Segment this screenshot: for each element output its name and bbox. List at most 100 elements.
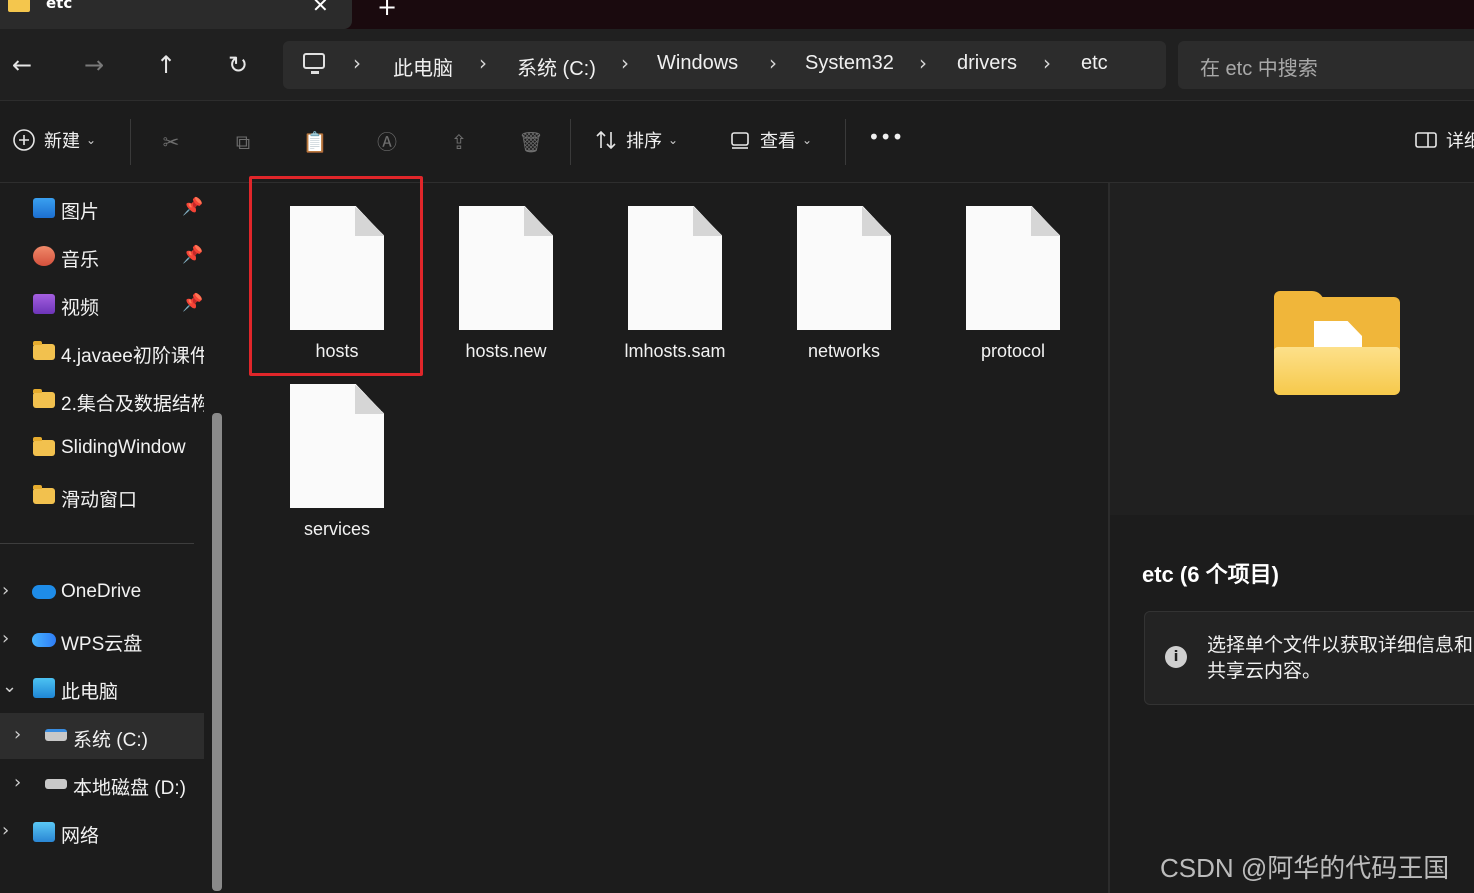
chevron-down-icon[interactable]: ⌄: [2, 676, 17, 697]
breadcrumb-system32[interactable]: System32: [805, 52, 894, 75]
file-item-networks[interactable]: networks: [740, 183, 910, 361]
preview-area: [1110, 183, 1474, 515]
file-fold: [1031, 206, 1060, 236]
chevron-down-icon: ⌄: [86, 133, 97, 147]
music-icon: [33, 246, 55, 266]
sidebar-item-label: OneDrive: [61, 581, 142, 602]
sidebar-item-network[interactable]: › 网络: [0, 809, 204, 855]
chevron-right-icon[interactable]: ›: [2, 628, 9, 649]
delete-icon[interactable]: 🗑: [518, 129, 544, 155]
sidebar-item-this-pc[interactable]: ⌄ 此电脑: [0, 665, 204, 711]
file-fold: [524, 206, 553, 236]
details-pane-button[interactable]: 详细: [1414, 127, 1474, 157]
chevron-right-icon[interactable]: ›: [14, 772, 21, 793]
file-item-protocol[interactable]: protocol: [909, 183, 1079, 361]
computer-icon: [33, 678, 55, 698]
rename-icon[interactable]: Ⓐ: [374, 129, 400, 155]
paste-icon[interactable]: 📋: [302, 129, 328, 155]
search-input[interactable]: 在 etc 中搜索: [1178, 41, 1474, 89]
folder-icon: [33, 485, 55, 504]
pin-icon[interactable]: 📌: [182, 293, 203, 313]
file-item-lmhosts[interactable]: lmhosts.sam: [571, 183, 741, 361]
sidebar-item-c-drive[interactable]: › 系统 (C:): [0, 713, 204, 759]
divider: [130, 119, 131, 165]
breadcrumb-etc[interactable]: etc: [1081, 52, 1108, 75]
file-name: services: [303, 519, 370, 539]
sidebar-item-slidingwindow[interactable]: SlidingWindow: [0, 425, 204, 471]
chevron-right-icon: ›: [919, 51, 927, 75]
copy-icon[interactable]: ⧉: [230, 129, 256, 155]
sidebar-item-pictures[interactable]: 图片 📌: [0, 185, 204, 231]
new-tab-button[interactable]: +: [377, 0, 397, 21]
folder-preview-icon: [1274, 291, 1400, 395]
up-button[interactable]: ↑: [146, 45, 186, 85]
breadcrumb-this-pc[interactable]: 此电脑: [393, 52, 453, 81]
details-pane: etc (6 个项目) i 选择单个文件以获取详细信息和 共享云内容。: [1108, 183, 1474, 893]
file-fold: [355, 384, 384, 414]
sidebar-item-videos[interactable]: 视频 📌: [0, 281, 204, 327]
sidebar-item-label: WPS云盘: [61, 634, 143, 655]
sidebar-item-javaee[interactable]: 4.javaee初阶课件: [0, 329, 204, 375]
details-pane-icon: [1415, 132, 1437, 148]
sidebar-item-sliding-window-cn[interactable]: 滑动窗口: [0, 473, 204, 519]
onedrive-icon: [32, 585, 56, 599]
breadcrumb-windows[interactable]: Windows: [657, 52, 738, 75]
plus-circle-icon: [13, 129, 35, 151]
share-icon[interactable]: ⇪: [446, 129, 472, 155]
folder-icon: [33, 341, 55, 360]
sidebar-item-label: 滑动窗口: [61, 490, 138, 511]
file-item-hosts-new[interactable]: hosts.new: [402, 183, 572, 361]
sort-icon: [596, 130, 616, 150]
computer-icon: [303, 53, 325, 74]
drive-icon: [45, 779, 67, 789]
more-options-button[interactable]: •••: [868, 125, 903, 155]
forward-button[interactable]: →: [74, 45, 114, 85]
breadcrumb-drivers[interactable]: drivers: [957, 52, 1017, 75]
address-bar[interactable]: › 此电脑 › 系统 (C:) › Windows › System32 › d…: [283, 41, 1166, 89]
sidebar-item-label: 本地磁盘 (D:): [73, 778, 186, 799]
sidebar-item-label: 视频: [61, 298, 100, 319]
sidebar-item-onedrive[interactable]: › OneDrive: [0, 569, 204, 615]
file-fold: [862, 206, 891, 236]
new-button[interactable]: 新建 ⌄: [12, 127, 96, 157]
pin-icon[interactable]: 📌: [182, 197, 203, 217]
cloud-icon: [32, 633, 56, 647]
back-button[interactable]: ←: [2, 45, 42, 85]
sidebar-item-label: SlidingWindow: [61, 437, 186, 458]
chevron-right-icon: ›: [353, 51, 361, 75]
chevron-right-icon[interactable]: ›: [14, 724, 21, 745]
refresh-button[interactable]: ↻: [218, 45, 258, 85]
cut-icon[interactable]: ✂: [158, 129, 184, 155]
sidebar-item-label: 2.集合及数据结构: [61, 394, 204, 415]
divider: [0, 543, 194, 544]
close-tab-icon[interactable]: ✕: [312, 0, 329, 17]
sort-label: 排序: [626, 131, 662, 152]
sort-button[interactable]: 排序 ⌄: [594, 127, 678, 157]
sidebar-scrollbar[interactable]: [212, 413, 222, 891]
sidebar-item-d-drive[interactable]: › 本地磁盘 (D:): [0, 761, 204, 807]
sidebar-item-music[interactable]: 音乐 📌: [0, 233, 204, 279]
watermark: CSDN @阿华的代码王国: [1160, 853, 1450, 883]
pin-icon[interactable]: 📌: [182, 245, 203, 265]
folder-icon: [33, 437, 55, 456]
file-item-services[interactable]: services: [233, 361, 403, 539]
sidebar-item-collections[interactable]: 2.集合及数据结构: [0, 377, 204, 423]
network-icon: [33, 822, 55, 842]
chevron-right-icon[interactable]: ›: [2, 580, 9, 601]
tab-etc[interactable]: etc ✕: [0, 0, 352, 29]
view-button[interactable]: 查看 ⌄: [728, 127, 812, 157]
chevron-right-icon[interactable]: ›: [2, 820, 9, 841]
details-label: 详细: [1446, 131, 1474, 152]
sidebar-item-wps-cloud[interactable]: › WPS云盘: [0, 617, 204, 663]
navigation-pane: 图片 📌 音乐 📌 视频 📌 4.javaee初阶课件 2.集合及数据结构 Sl…: [0, 183, 224, 893]
details-title: etc (6 个项目): [1142, 562, 1279, 587]
command-bar: 新建 ⌄ ✂ ⧉ 📋 Ⓐ ⇪ 🗑 排序 ⌄ 查看 ⌄ ••• 详细: [0, 101, 1474, 183]
breadcrumb-c-drive[interactable]: 系统 (C:): [517, 52, 596, 81]
chevron-right-icon: ›: [1043, 51, 1051, 75]
sidebar-item-label: 系统 (C:): [73, 730, 148, 751]
highlight-box: [249, 176, 423, 376]
view-icon: [731, 132, 749, 149]
sidebar-item-label: 图片: [61, 202, 100, 223]
sidebar-item-label: 此电脑: [61, 682, 119, 703]
divider: [845, 119, 846, 165]
